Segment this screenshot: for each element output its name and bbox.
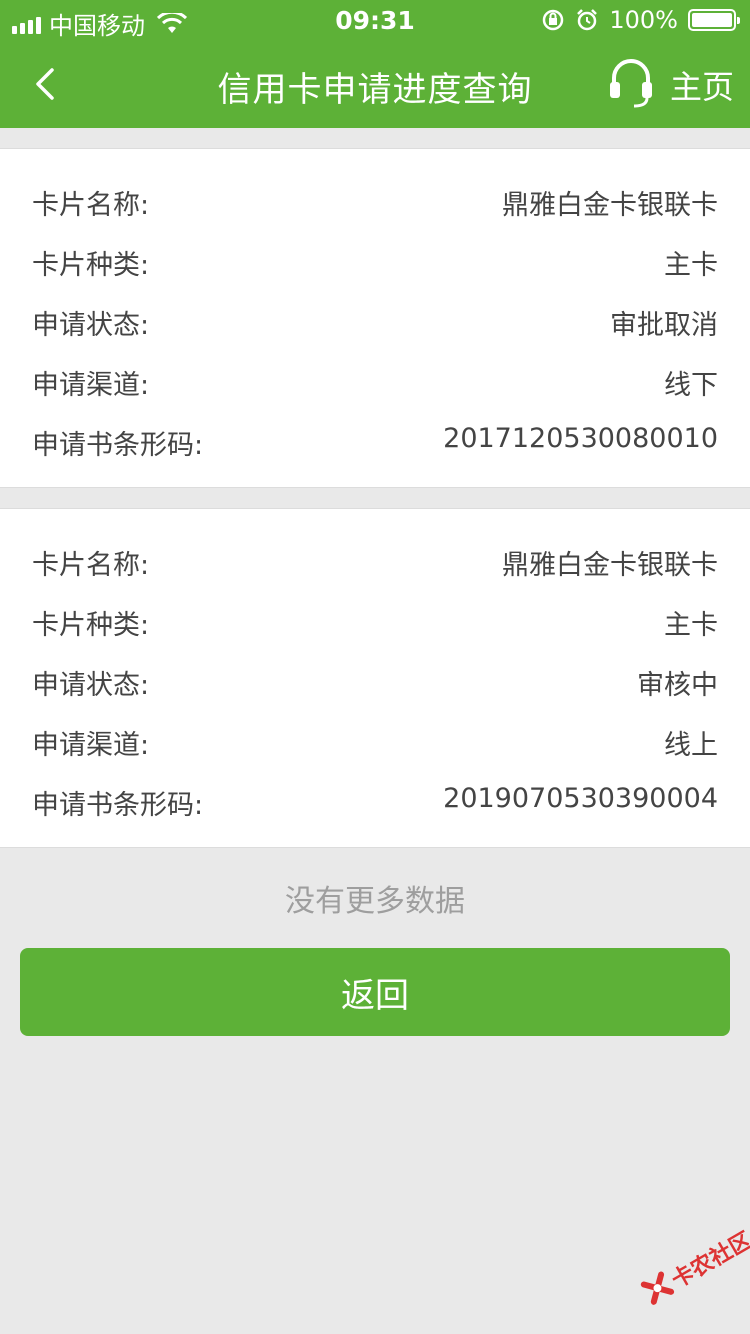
battery-percent: 100% [609,6,678,34]
top-bar: 中国移动 09:31 100% 信用卡申请进度查询 主页 [0,0,750,128]
rotation-lock-icon [543,9,564,31]
field-label: 申请状态: [32,670,150,701]
return-button[interactable]: 返回 [20,948,730,1036]
nav-bar: 信用卡申请进度查询 主页 [0,40,750,128]
field-row-card-type: 卡片种类: 主卡 [32,603,718,647]
home-link[interactable]: 主页 [670,62,734,108]
field-value: 审核中 [637,670,718,701]
headset-icon[interactable] [608,56,654,108]
application-card: 卡片名称: 鼎雅白金卡银联卡 卡片种类: 主卡 申请状态: 审核中 申请渠道: … [0,508,750,848]
field-row-status: 申请状态: 审核中 [32,663,718,707]
field-row-channel: 申请渠道: 线上 [32,723,718,767]
watermark: 卡农社区 [634,1223,750,1325]
battery-icon [688,9,740,31]
field-value: 线上 [664,730,718,761]
field-label: 申请状态: [32,310,150,341]
application-card: 卡片名称: 鼎雅白金卡银联卡 卡片种类: 主卡 申请状态: 审批取消 申请渠道:… [0,148,750,488]
field-row-status: 申请状态: 审批取消 [32,303,718,347]
field-value: 线下 [664,370,718,401]
field-label: 申请书条形码: [32,790,204,821]
no-more-data-text: 没有更多数据 [285,884,465,919]
field-row-card-name: 卡片名称: 鼎雅白金卡银联卡 [32,183,718,227]
field-row-card-name: 卡片名称: 鼎雅白金卡银联卡 [32,543,718,587]
field-value: 主卡 [664,610,718,641]
battery-fill [692,13,732,27]
watermark-text: 卡农社区 [667,1227,750,1294]
field-value: 2017120530080010 [443,423,718,454]
field-row-channel: 申请渠道: 线下 [32,363,718,407]
status-bar: 中国移动 09:31 100% [0,0,750,40]
field-label: 申请书条形码: [32,430,204,461]
field-label: 申请渠道: [32,730,150,761]
field-label: 卡片名称: [32,550,150,581]
field-label: 卡片种类: [32,610,150,641]
field-value: 主卡 [664,250,718,281]
field-row-barcode: 申请书条形码: 2019070530390004 [32,783,718,827]
field-value: 鼎雅白金卡银联卡 [502,550,718,581]
alarm-icon [577,9,598,31]
field-row-barcode: 申请书条形码: 2017120530080010 [32,423,718,467]
field-value: 鼎雅白金卡银联卡 [502,190,718,221]
field-value: 2019070530390004 [443,783,718,814]
field-row-card-type: 卡片种类: 主卡 [32,243,718,287]
field-label: 卡片种类: [32,250,150,281]
field-label: 申请渠道: [32,370,150,401]
field-value: 审批取消 [610,310,718,341]
field-label: 卡片名称: [32,190,150,221]
